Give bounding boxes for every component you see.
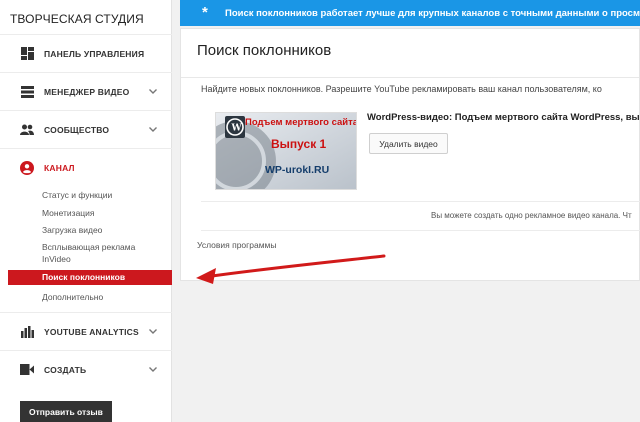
send-feedback-button[interactable]: Отправить отзыв — [20, 401, 112, 422]
nav-dashboard[interactable]: ПАНЕЛЬ УПРАВЛЕНИЯ — [0, 34, 172, 72]
nav-label: YOUTUBE ANALYTICS — [44, 326, 139, 337]
nav-label: МЕНЕДЖЕР ВИДЕО — [44, 86, 130, 97]
sub-item-upload[interactable]: Загрузка видео — [42, 225, 102, 236]
nav-create[interactable]: СОЗДАТЬ — [0, 350, 172, 388]
page-title: Поиск поклонников — [197, 42, 332, 59]
sidebar: ТВОРЧЕСКАЯ СТУДИЯ ПАНЕЛЬ УПРАВЛЕНИЯ МЕНЕ… — [0, 0, 172, 422]
nav-label: ПАНЕЛЬ УПРАВЛЕНИЯ — [44, 48, 145, 59]
nav-analytics[interactable]: YOUTUBE ANALYTICS — [0, 312, 172, 350]
chevron-down-icon[interactable] — [148, 89, 158, 94]
thumbnail-site: WP-urokI.RU — [265, 164, 330, 176]
info-banner: * Поиск поклонников работает лучше для к… — [180, 0, 640, 26]
studio-title: ТВОРЧЕСКАЯ СТУДИЯ — [10, 12, 144, 26]
sub-item-advanced[interactable]: Дополнительно — [42, 292, 103, 303]
sub-item-invideo[interactable]: Всплывающая реклама — [42, 242, 135, 253]
dashboard-icon — [20, 47, 34, 61]
thumbnail-caption: Подъем мертвого сайта — [245, 117, 357, 128]
banner-text: Поиск поклонников работает лучше для кру… — [225, 7, 640, 19]
sub-item-monetization[interactable]: Монетизация — [42, 208, 95, 219]
delete-video-button[interactable]: Удалить видео — [369, 133, 448, 154]
nav-video-manager[interactable]: МЕНЕДЖЕР ВИДЕО — [0, 72, 172, 110]
sub-item-fan-finder[interactable]: Поиск поклонников — [8, 270, 172, 285]
svg-text:W: W — [231, 124, 243, 134]
divider — [201, 230, 640, 231]
chevron-down-icon[interactable] — [148, 367, 158, 372]
fan-finder-card: Поиск поклонников Найдите новых поклонни… — [180, 28, 640, 281]
video-manager-icon — [20, 85, 34, 99]
program-terms-link[interactable]: Условия программы — [197, 240, 277, 250]
thumbnail-episode: Выпуск 1 — [271, 137, 327, 151]
nav-community[interactable]: СООБЩЕСТВО — [0, 110, 172, 148]
nav-label: КАНАЛ — [44, 162, 75, 173]
video-title[interactable]: WordPress-видео: Подъем мертвого сайта W… — [367, 112, 640, 123]
divider — [181, 77, 639, 78]
sub-item-status[interactable]: Статус и функции — [42, 190, 112, 201]
nav-label: СОЗДАТЬ — [44, 364, 87, 375]
chevron-down-icon[interactable] — [148, 329, 158, 334]
channel-icon — [20, 160, 34, 175]
intro-text: Найдите новых поклонников. Разрешите You… — [201, 84, 602, 94]
sub-item-invideo-line2[interactable]: InVideo — [42, 254, 71, 265]
video-thumbnail[interactable]: W Подъем мертвого сайта Выпуск 1 WP-urok… — [215, 112, 357, 190]
nav-label: СООБЩЕСТВО — [44, 124, 110, 135]
sub-item-fan-finder-label: Поиск поклонников — [42, 272, 126, 282]
chevron-down-icon[interactable] — [148, 127, 158, 132]
divider — [201, 201, 640, 202]
create-icon — [20, 363, 34, 377]
asterisk-icon: * — [202, 4, 208, 21]
nav-channel[interactable]: КАНАЛ — [0, 148, 172, 186]
analytics-icon — [20, 325, 34, 339]
community-icon — [20, 123, 34, 137]
note-text: Вы можете создать одно рекламное видео к… — [431, 211, 632, 220]
